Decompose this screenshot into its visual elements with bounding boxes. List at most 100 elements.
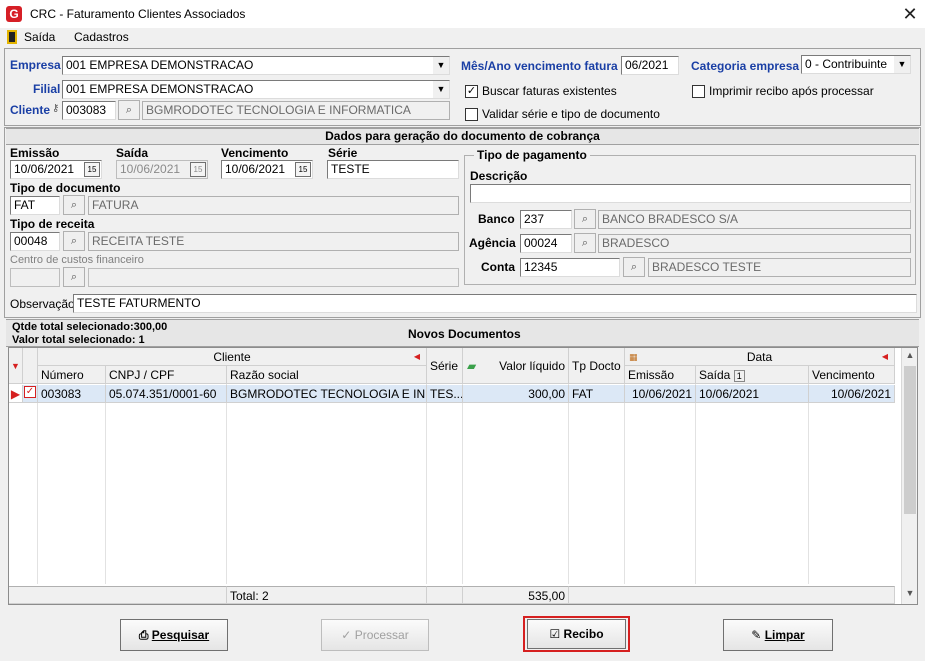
grid-menu-icon[interactable]: ▼ xyxy=(9,348,23,384)
processar-label: Processar xyxy=(354,628,409,642)
binoculars-icon[interactable]: ⌕ xyxy=(118,100,140,120)
pagamento-group-title: Tipo de pagamento xyxy=(474,148,590,162)
col-header-vencimento[interactable]: Vencimento xyxy=(809,366,895,384)
col-header-saida[interactable]: Saída 1 xyxy=(696,366,809,384)
banco-name-field: BANCO BRADESCO S/A xyxy=(598,210,911,229)
money-icon: ▰ xyxy=(467,359,477,373)
observacao-input[interactable]: TESTE FATURMENTO xyxy=(73,294,917,313)
pesquisar-button[interactable]: ⎙ Pesquisar xyxy=(120,619,228,651)
scroll-thumb[interactable] xyxy=(904,366,916,514)
cell-emissao[interactable]: 10/06/2021 xyxy=(625,385,696,403)
close-icon[interactable]: ✕ xyxy=(898,2,922,26)
col-header-razao[interactable]: Razão social xyxy=(227,366,427,384)
cell-saida[interactable]: 10/06/2021 xyxy=(696,385,809,403)
cell-cnpj[interactable]: 05.074.351/0001-60 xyxy=(106,385,227,403)
col-header-tp-docto[interactable]: Tp Docto xyxy=(569,348,625,384)
validar-checkbox[interactable] xyxy=(465,108,478,121)
documents-grid[interactable]: ▼ Cliente ◀ Série ▰ Valor líquido Tp Docto… xyxy=(8,347,918,605)
col-header-cnpj[interactable]: CNPJ / CPF xyxy=(106,366,227,384)
cliente-label: Cliente xyxy=(10,103,51,117)
calendar-icon: 15 xyxy=(190,162,206,177)
collapse-arrow-icon[interactable]: ◀ xyxy=(882,348,888,365)
cell-razao[interactable]: BGMRODOTEC TECNOLOGIA E INF... xyxy=(227,385,427,403)
col-header-valor-label: Valor líquido xyxy=(499,359,565,373)
categoria-select[interactable]: 0 - Contribuinte ▼ xyxy=(801,55,911,74)
conta-label: Conta xyxy=(481,260,515,274)
buscar-checkbox[interactable]: ✓ xyxy=(465,85,478,98)
checkbox-icon: ☑ xyxy=(549,627,561,641)
checkmark-icon: ✓ xyxy=(341,628,352,642)
col-divider xyxy=(226,384,227,584)
cell-serie[interactable]: TES... xyxy=(427,385,463,403)
limpar-label: Limpar xyxy=(764,628,805,642)
binoculars-icon[interactable]: ⌕ xyxy=(63,195,85,215)
agencia-code-input[interactable]: 00024 xyxy=(520,234,572,253)
vertical-scrollbar[interactable]: ▲ ▼ xyxy=(901,348,917,604)
recibo-button[interactable]: ☑ Recibo xyxy=(527,619,626,649)
cliente-code-input[interactable]: 003083 xyxy=(62,101,116,120)
calendar-icon[interactable]: 15 xyxy=(84,162,100,177)
tipo-doc-label: Tipo de documento xyxy=(10,181,121,195)
cell-valor[interactable]: 300,00 xyxy=(463,385,569,403)
mes-ano-input[interactable]: 06/2021 xyxy=(621,56,679,75)
conta-code-input[interactable]: 12345 xyxy=(520,258,620,277)
empresa-label: Empresa xyxy=(10,58,61,72)
chevron-down-icon[interactable]: ▼ xyxy=(433,81,449,98)
scroll-up-icon[interactable]: ▲ xyxy=(902,350,917,364)
check-icon: ✓ xyxy=(24,386,36,398)
filial-select[interactable]: 001 EMPRESA DEMONSTRACAO ▼ xyxy=(62,80,450,99)
col-header-serie[interactable]: Série xyxy=(427,348,463,384)
vencimento-input[interactable]: 10/06/2021 15 xyxy=(221,160,313,179)
validar-label: Validar série e tipo de documento xyxy=(482,107,660,121)
menu-item-cadastros[interactable]: Cadastros xyxy=(74,30,129,44)
binoculars-icon[interactable]: ⌕ xyxy=(574,233,596,253)
menu-item-saida[interactable]: Saída xyxy=(24,30,55,44)
serie-label: Série xyxy=(328,146,358,160)
emissao-input[interactable]: 10/06/2021 15 xyxy=(10,160,102,179)
group-header-cliente: Cliente ◀ xyxy=(38,348,427,366)
col-header-numero[interactable]: Número xyxy=(38,366,106,384)
scroll-down-icon[interactable]: ▼ xyxy=(902,588,917,602)
cell-numero[interactable]: 003083 xyxy=(38,385,106,403)
serie-input[interactable]: TESTE xyxy=(327,160,459,179)
centro-code-input xyxy=(10,268,60,287)
calendar-icon[interactable]: 15 xyxy=(295,162,311,177)
imprimir-label: Imprimir recibo após processar xyxy=(709,84,874,98)
banco-label: Banco xyxy=(478,212,515,226)
empresa-select[interactable]: 001 EMPRESA DEMONSTRACAO ▼ xyxy=(62,56,450,75)
banco-code-input[interactable]: 237 xyxy=(520,210,572,229)
cell-tp-docto[interactable]: FAT xyxy=(569,385,625,403)
group-data-label: Data xyxy=(746,350,773,364)
chevron-down-icon[interactable]: ▼ xyxy=(894,56,910,73)
binoculars-icon[interactable]: ⌕ xyxy=(623,257,645,277)
col-header-emissao[interactable]: Emissão xyxy=(625,366,696,384)
chevron-down-icon[interactable]: ▼ xyxy=(433,57,449,74)
tipo-receita-code-input[interactable]: 00048 xyxy=(10,232,60,251)
col-divider xyxy=(426,384,427,584)
col-header-valor[interactable]: ▰ Valor líquido xyxy=(463,348,569,384)
footer-blank xyxy=(9,586,227,604)
categoria-value: 0 - Contribuinte xyxy=(805,57,888,71)
cell-vencimento[interactable]: 10/06/2021 xyxy=(809,385,895,403)
binoculars-icon[interactable]: ⌕ xyxy=(63,231,85,251)
imprimir-checkbox[interactable] xyxy=(692,85,705,98)
observacao-label: Observação xyxy=(10,297,75,311)
filial-value: 001 EMPRESA DEMONSTRACAO xyxy=(66,82,254,96)
vencimento-value: 10/06/2021 xyxy=(225,162,286,176)
key-icon: ⚷ xyxy=(52,103,60,114)
descricao-label: Descrição xyxy=(470,169,528,183)
vencimento-label: Vencimento xyxy=(221,146,289,160)
qtde-total: Qtde total selecionado:300,00 xyxy=(12,321,168,333)
descricao-input[interactable] xyxy=(470,184,911,203)
categoria-label: Categoria empresa xyxy=(691,59,800,73)
binoculars-icon[interactable]: ⌕ xyxy=(574,209,596,229)
col-divider xyxy=(37,384,38,584)
collapse-arrow-icon[interactable]: ◀ xyxy=(414,348,420,365)
tipo-doc-name-field: FATURA xyxy=(88,196,459,215)
exit-door-icon xyxy=(7,30,17,44)
recibo-label: Recibo xyxy=(563,627,604,641)
tipo-doc-code-input[interactable]: FAT xyxy=(10,196,60,215)
col-divider xyxy=(624,384,625,584)
row-checkbox[interactable]: ✓ xyxy=(23,385,38,403)
limpar-button[interactable]: ✎ Limpar xyxy=(723,619,833,651)
